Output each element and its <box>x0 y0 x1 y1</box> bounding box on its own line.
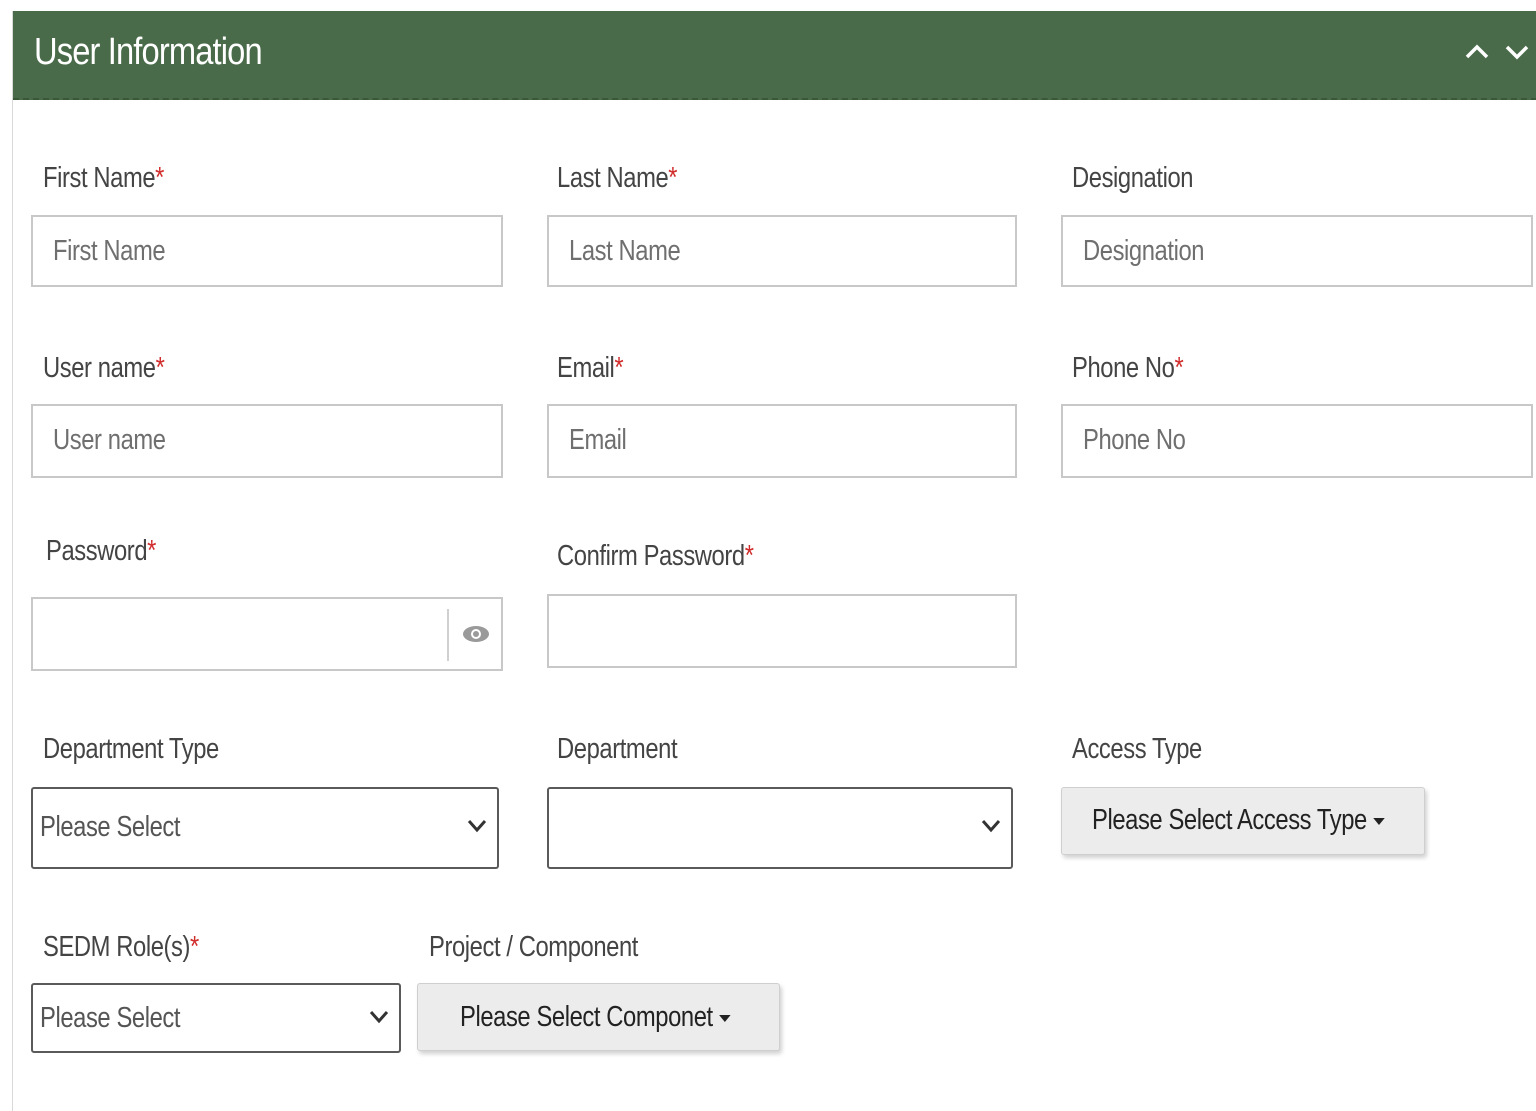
chevron-up-icon[interactable] <box>1462 37 1492 67</box>
email-label: Email* <box>557 352 624 384</box>
eye-icon[interactable] <box>461 621 491 647</box>
last-name-label: Last Name* <box>557 162 678 194</box>
user-name-input[interactable]: User name <box>31 404 503 478</box>
phone-no-label: Phone No* <box>1072 352 1184 384</box>
designation-placeholder: Designation <box>1083 235 1205 267</box>
required-marker: * <box>744 540 754 572</box>
user-name-label: User name* <box>43 352 165 384</box>
department-label: Department <box>557 733 678 765</box>
chevron-down-icon <box>981 820 1001 833</box>
chevron-down-icon <box>369 1011 389 1024</box>
confirm-password-input[interactable] <box>547 594 1017 668</box>
access-type-dropdown-button[interactable]: Please Select Access Type <box>1061 787 1425 855</box>
caret-down-icon <box>719 1014 731 1022</box>
required-marker: * <box>614 352 624 384</box>
department-type-value: Please Select <box>40 811 181 843</box>
last-name-input[interactable]: Last Name <box>547 215 1017 287</box>
phone-no-input[interactable]: Phone No <box>1061 404 1533 478</box>
chevron-down-icon[interactable] <box>1502 37 1532 67</box>
password-input[interactable] <box>31 597 503 671</box>
panel-header: User Information <box>13 11 1536 100</box>
first-name-placeholder: First Name <box>53 235 166 267</box>
required-marker: * <box>155 352 165 384</box>
required-marker: * <box>155 162 165 194</box>
last-name-placeholder: Last Name <box>569 235 681 267</box>
password-toggle-divider <box>447 609 449 661</box>
access-type-label: Access Type <box>1072 733 1202 765</box>
caret-down-icon <box>1373 817 1385 825</box>
project-component-dropdown-button[interactable]: Please Select Componet <box>417 983 780 1051</box>
first-name-input[interactable]: First Name <box>31 215 503 287</box>
department-type-label: Department Type <box>43 733 219 765</box>
access-type-button-label: Please Select Access Type <box>1092 804 1385 837</box>
first-name-label: First Name* <box>43 162 165 194</box>
confirm-password-label: Confirm Password* <box>557 540 754 572</box>
sedm-roles-label: SEDM Role(s)* <box>43 931 199 963</box>
sedm-roles-value: Please Select <box>40 1002 181 1034</box>
required-marker: * <box>190 931 199 963</box>
phone-no-placeholder: Phone No <box>1083 424 1186 456</box>
email-input[interactable]: Email <box>547 404 1017 478</box>
department-select[interactable] <box>547 787 1013 869</box>
designation-input[interactable]: Designation <box>1061 215 1533 287</box>
required-marker: * <box>147 535 156 567</box>
designation-label: Designation <box>1072 162 1194 194</box>
panel-title: User Information <box>34 31 263 73</box>
project-component-button-label: Please Select Componet <box>460 1001 731 1034</box>
sedm-roles-select[interactable]: Please Select <box>31 983 401 1053</box>
email-placeholder: Email <box>569 424 627 456</box>
user-information-panel: User Information <box>12 11 1536 1111</box>
required-marker: * <box>1174 352 1184 384</box>
password-label: Password* <box>46 535 156 567</box>
project-component-label: Project / Component <box>429 931 638 963</box>
chevron-down-icon <box>467 820 487 833</box>
department-type-select[interactable]: Please Select <box>31 787 499 869</box>
user-name-placeholder: User name <box>53 424 166 456</box>
required-marker: * <box>668 162 678 194</box>
